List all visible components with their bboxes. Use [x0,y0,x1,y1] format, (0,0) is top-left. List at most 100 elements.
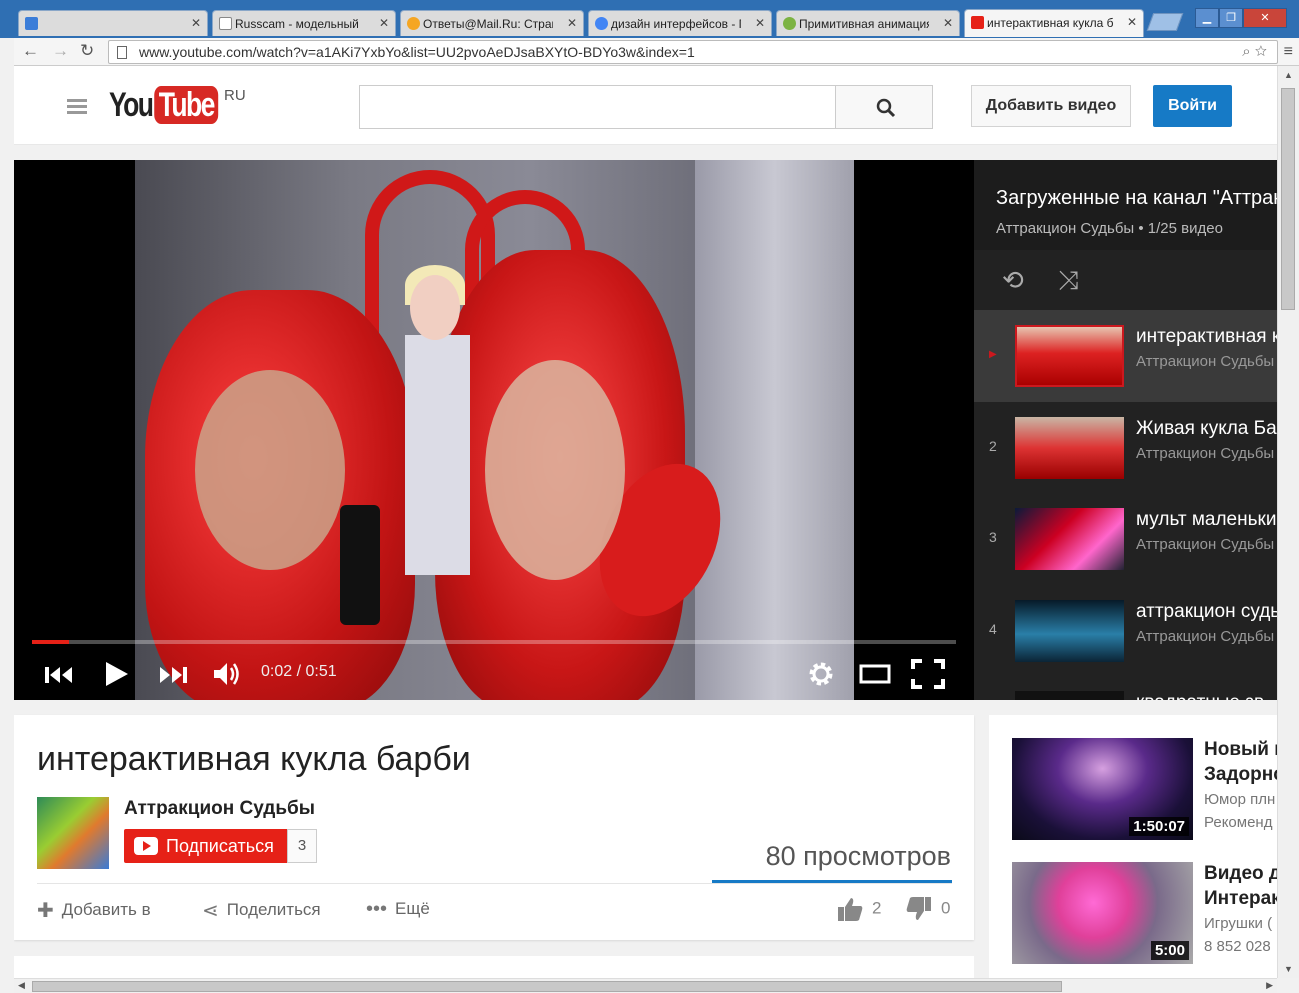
curtain [695,160,854,700]
progress-fill [32,640,69,644]
playlist-item[interactable]: 5 квадратные зв [974,676,1277,700]
close-window-icon[interactable]: ✕ [1243,8,1287,28]
playlist-subtitle: Аттракцион Судьбы • 1/25 видео [996,220,1223,237]
tab-close-icon[interactable]: ✕ [1127,15,1137,29]
like-button[interactable]: 2 [836,895,881,923]
reload-icon[interactable]: ↻ [80,41,94,61]
tab-title: Russcam - модельный [235,17,359,31]
vertical-scroll-thumb[interactable] [1281,88,1295,310]
related-title-line: Новый к [1204,739,1277,760]
scroll-right-icon[interactable]: ▶ [1266,980,1273,991]
tab-close-icon[interactable]: ✕ [943,16,953,30]
back-icon[interactable]: ← [22,41,39,61]
tab-close-icon[interactable]: ✕ [191,16,201,30]
browser-tab-6-active[interactable]: интерактивная кукла ба ✕ [964,9,1144,37]
scroll-left-icon[interactable]: ◀ [18,980,25,991]
guide-menu-icon[interactable] [67,99,87,115]
maximize-icon[interactable]: ❐ [1219,8,1243,28]
page-icon [117,46,127,59]
playlist-item[interactable]: 4 аттракцион судьбы Аттракцион Судьбы [974,585,1277,677]
play-icon[interactable] [104,660,130,688]
tab-close-icon[interactable]: ✕ [755,16,765,30]
playlist-thumbnail [1015,600,1124,662]
browser-tab-3[interactable]: Ответы@Mail.Ru: Страни ✕ [400,10,584,36]
url-text: www.youtube.com/watch?v=a1AKi7YxbYo&list… [139,44,695,60]
playlist-item[interactable]: ▶ интерактивная кукла барби Аттракцион С… [974,310,1277,402]
tab-close-icon[interactable]: ✕ [379,16,389,30]
lipstick [340,505,380,625]
logo-you: You [109,86,154,124]
tab-title: интерактивная кукла ба [987,16,1113,30]
playlist-item[interactable]: 3 мульт маленькие Аттракцион Судьбы [974,493,1277,585]
related-meta: Рекоменд [1204,814,1273,831]
playlist-item[interactable]: 2 Живая кукла Барби Аттракцион Судьбы [974,402,1277,494]
add-to-button[interactable]: ✚ Добавить в [37,898,151,923]
time-display: 0:02 / 0:51 [261,663,337,680]
more-button[interactable]: ••• Ещё [366,898,430,921]
scroll-down-icon[interactable]: ▼ [1284,964,1293,974]
playlist-item-channel: Аттракцион Судьбы [1136,536,1275,553]
next-icon[interactable] [158,665,188,685]
related-channel: Юмор плн [1204,791,1276,808]
vertical-scrollbar[interactable]: ▲ ▼ [1277,66,1299,978]
tab-close-icon[interactable]: ✕ [567,16,577,30]
forward-icon[interactable]: → [52,41,69,61]
search-input[interactable] [359,85,836,129]
browser-tab-4[interactable]: дизайн интерфейсов - Г ✕ [588,10,772,36]
playlist-thumbnail [1015,417,1124,479]
address-bar[interactable]: www.youtube.com/watch?v=a1AKi7YxbYo&list… [108,40,1278,64]
minimize-icon[interactable]: ▁ [1195,8,1219,28]
tab-favicon [219,17,232,30]
youtube-favicon-icon [971,16,984,29]
subscribe-button[interactable]: Подписаться [124,829,288,863]
progress-bar[interactable] [32,640,956,644]
related-thumbnail: 1:50:07 [1012,738,1193,840]
playlist-thumbnail [1015,691,1124,700]
zoom-and-bookmark-icons[interactable]: ⌕ ☆ [1242,43,1267,60]
related-videos: 1:50:07 Новый к Задорнс Юмор плн Рекомен… [989,715,1277,978]
horizontal-scrollbar[interactable]: ◀ ▶ [14,978,1277,993]
signin-button[interactable]: Войти [1153,85,1232,127]
playlist-item-channel: Аттракцион Судьбы [1136,445,1275,462]
previous-icon[interactable] [44,665,74,685]
browser-toolbar: ← → ↻ www.youtube.com/watch?v=a1AKi7YxbY… [14,38,1299,66]
youtube-logo[interactable]: You Tube [109,86,219,125]
more-label: Ещё [395,898,430,918]
view-count: 80 просмотров [765,841,951,871]
settings-gear-icon[interactable] [806,659,836,689]
browser-tab-5[interactable]: Примитивная анимация ✕ [776,10,960,36]
tab-favicon [595,17,608,30]
scroll-up-icon[interactable]: ▲ [1284,70,1293,80]
horizontal-scroll-thumb[interactable] [32,981,1062,992]
browser-menu-icon[interactable]: ≡ [1284,43,1293,61]
related-video[interactable]: 5:00 Видео д Интерак Игрушки ( 8 852 028 [1012,862,1277,966]
theater-mode-icon[interactable] [859,662,891,686]
playlist-panel: Загруженные на канал "Аттракцион Судьбы"… [974,160,1277,700]
doll-face [410,275,460,340]
fullscreen-icon[interactable] [911,659,945,689]
channel-name[interactable]: Аттракцион Судьбы [124,798,315,820]
shoe-insole [195,370,345,570]
related-video[interactable]: 1:50:07 Новый к Задорнс Юмор плн Рекомен… [1012,738,1277,842]
playlist-item-title: квадратные зв [1136,692,1264,700]
shuffle-icon[interactable]: ⤨ [1058,265,1079,297]
browser-tab-1[interactable]: ✕ [18,10,208,36]
related-title-line: Интерак [1204,888,1277,909]
volume-icon[interactable] [212,660,242,688]
description-card [14,956,974,978]
upload-button[interactable]: Добавить видео [971,85,1131,127]
video-player[interactable]: 0:02 / 0:51 [14,160,974,700]
dislike-button[interactable]: 0 [905,895,950,923]
search-button[interactable] [835,85,933,129]
thumbs-up-icon [838,898,863,921]
loop-icon[interactable]: ⟲ [1002,265,1024,296]
channel-avatar[interactable] [37,797,109,869]
related-title-line: Задорнс [1204,764,1277,785]
new-tab-button[interactable] [1146,13,1184,31]
logo-region: RU [224,87,246,104]
playlist-item-index: 2 [989,438,997,454]
playlist-title[interactable]: Загруженные на канал "Аттракцион Судьбы" [996,187,1277,210]
share-button[interactable]: ⋖ Поделиться [202,898,321,923]
related-title-line: Видео д [1204,863,1277,884]
browser-tab-2[interactable]: Russcam - модельный ✕ [212,10,396,36]
